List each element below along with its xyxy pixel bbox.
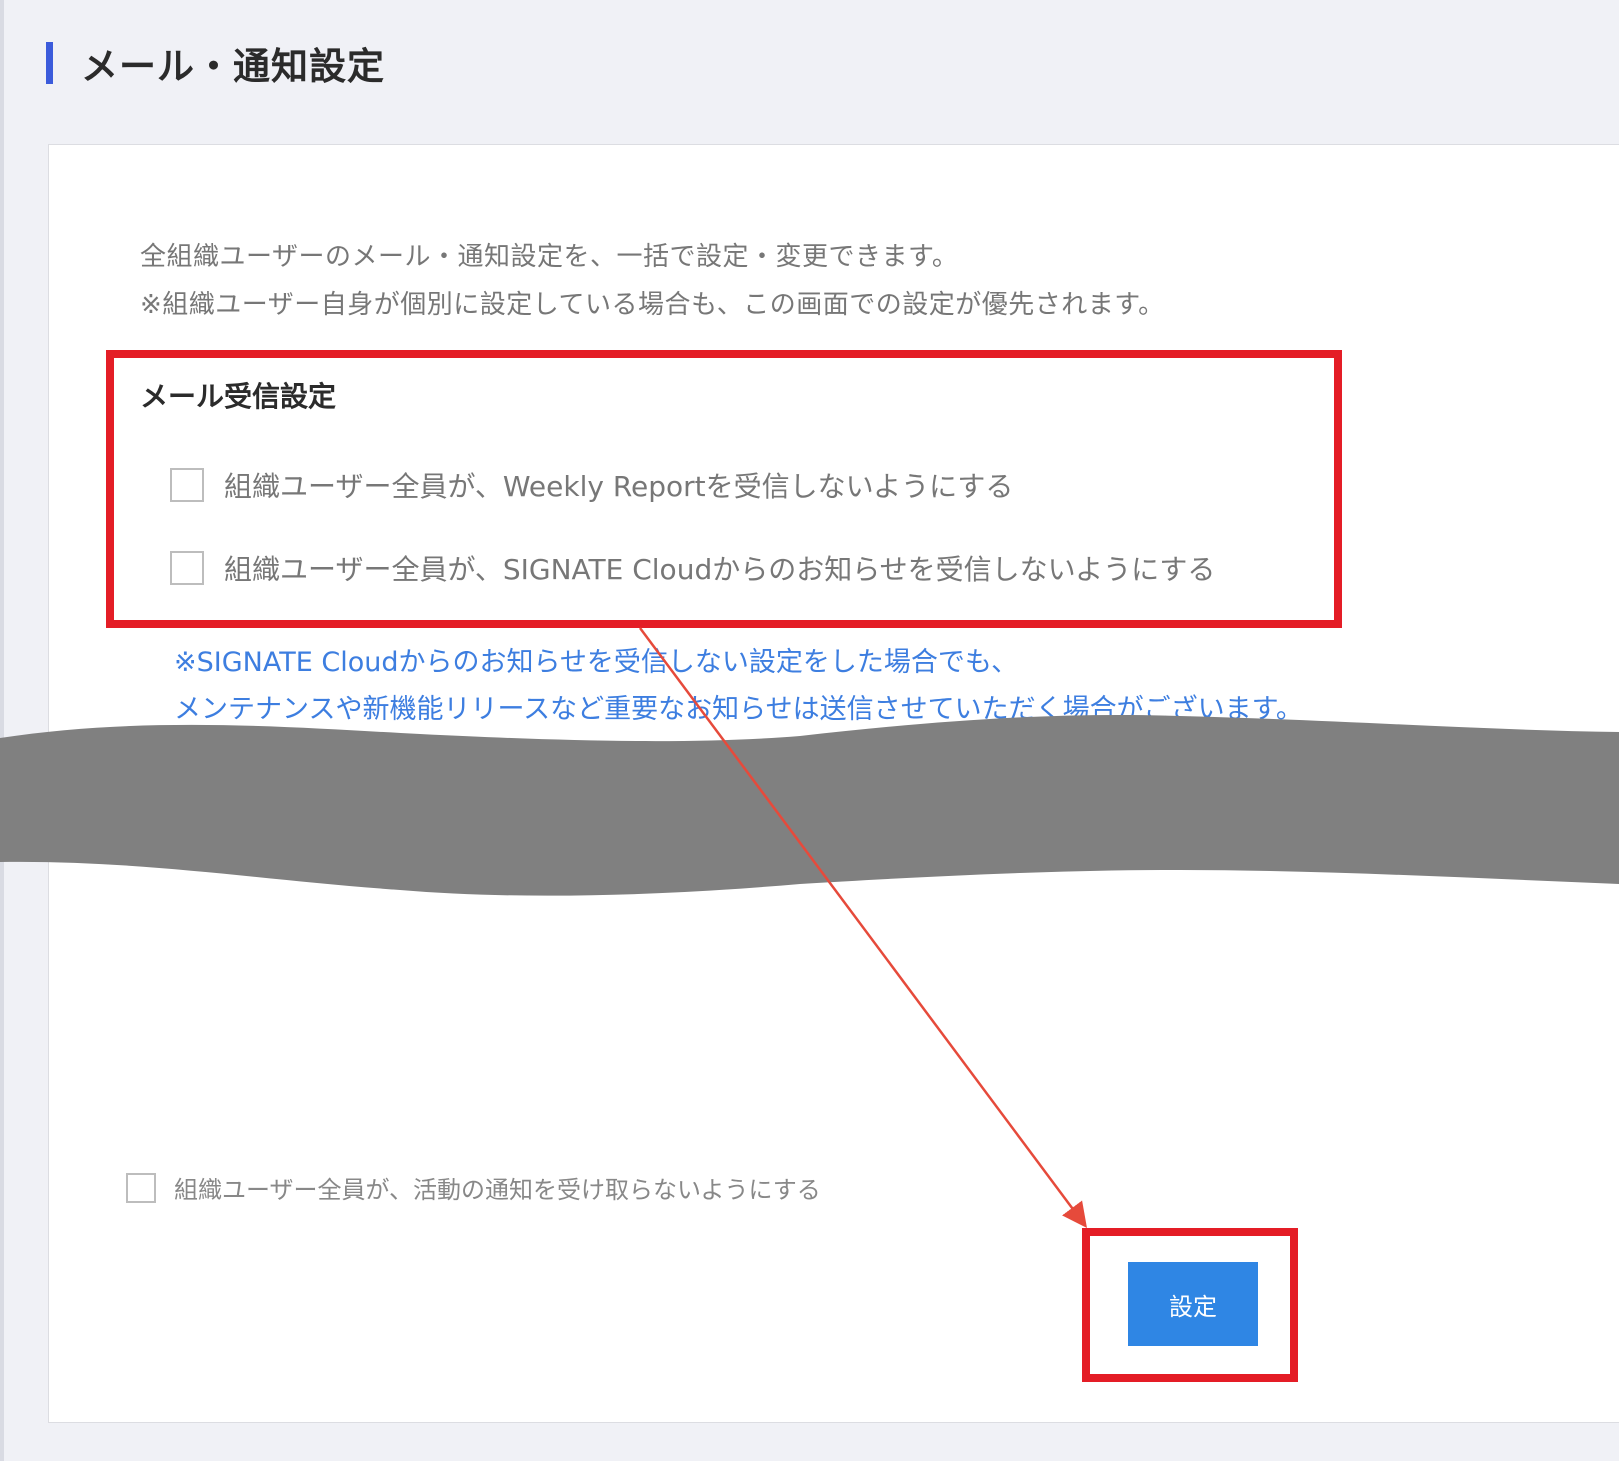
activity-notification-option[interactable]: 組織ユーザー全員が、活動の通知を受け取らないようにする [126,1170,821,1205]
cloud-news-option[interactable]: 組織ユーザー全員が、SIGNATE Cloudからのお知らせを受信しないようにす… [170,548,1215,588]
cloud-news-label: 組織ユーザー全員が、SIGNATE Cloudからのお知らせを受信しないようにす… [224,553,1216,586]
description-line-1: 全組織ユーザーのメール・通知設定を、一括で設定・変更できます。 [140,242,959,272]
torn-section-separator [0,714,1619,896]
description-line-2: ※組織ユーザー自身が個別に設定している場合も、この画面での設定が優先されます。 [140,290,1165,320]
activity-notification-checkbox[interactable] [126,1172,156,1203]
weekly-report-checkbox[interactable] [170,468,204,502]
mail-settings-title: メール受信設定 [140,380,337,413]
activity-notification-label: 組織ユーザー全員が、活動の通知を受け取らないようにする [174,1176,821,1204]
weekly-report-label: 組織ユーザー全員が、Weekly Reportを受信しないようにする [224,470,1014,503]
cloud-news-checkbox[interactable] [170,551,204,585]
accent-bar [46,42,53,84]
page-header: メール・通知設定 [46,38,385,88]
save-button[interactable]: 設定 [1128,1262,1258,1346]
page-title: メール・通知設定 [81,45,385,88]
weekly-report-option[interactable]: 組織ユーザー全員が、Weekly Reportを受信しないようにする [170,465,1013,505]
mail-note-line-1: ※SIGNATE Cloudからのお知らせを受信しない設定をした場合でも、 [174,647,1019,678]
